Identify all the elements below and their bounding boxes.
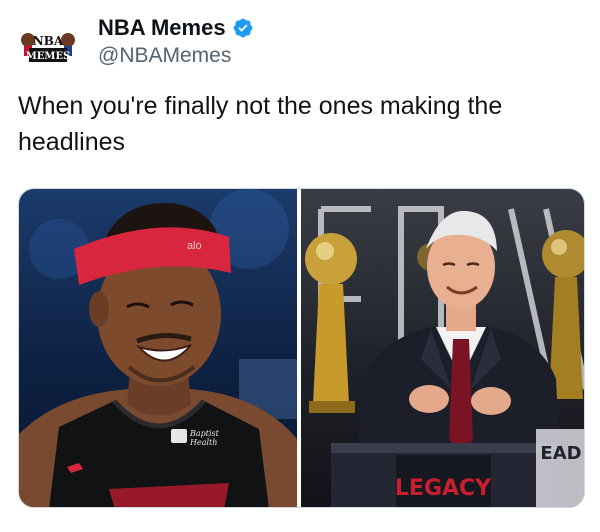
svg-text:Health: Health	[189, 438, 217, 447]
nba-memes-logo: NBA MEMES	[20, 30, 76, 66]
tweet-card[interactable]: NBA MEMES NBA Memes @NBAMemes When you'r…	[0, 0, 600, 532]
headband-logo: alo	[187, 240, 202, 252]
media-photo-right[interactable]: LEGACY EAD	[301, 189, 584, 507]
tweet-media[interactable]: Baptist Health alo LEGACY EAD	[18, 188, 585, 508]
avatar[interactable]: NBA MEMES	[18, 18, 78, 78]
verified-badge-icon	[233, 18, 252, 38]
svg-text:NBA: NBA	[33, 34, 64, 48]
user-handle[interactable]: @NBAMemes	[98, 44, 231, 68]
trophy-left	[305, 233, 357, 413]
display-name[interactable]: NBA Memes	[98, 15, 226, 41]
tweet-text: When you're finally not the ones making …	[18, 92, 503, 156]
svg-text:MEMES: MEMES	[26, 51, 71, 62]
podium-legacy-text: LEGACY	[395, 476, 492, 501]
media-photo-left[interactable]: Baptist Health alo	[19, 189, 297, 507]
jersey-patch-text: Baptist	[189, 429, 220, 438]
svg-text:EAD: EAD	[540, 443, 581, 464]
